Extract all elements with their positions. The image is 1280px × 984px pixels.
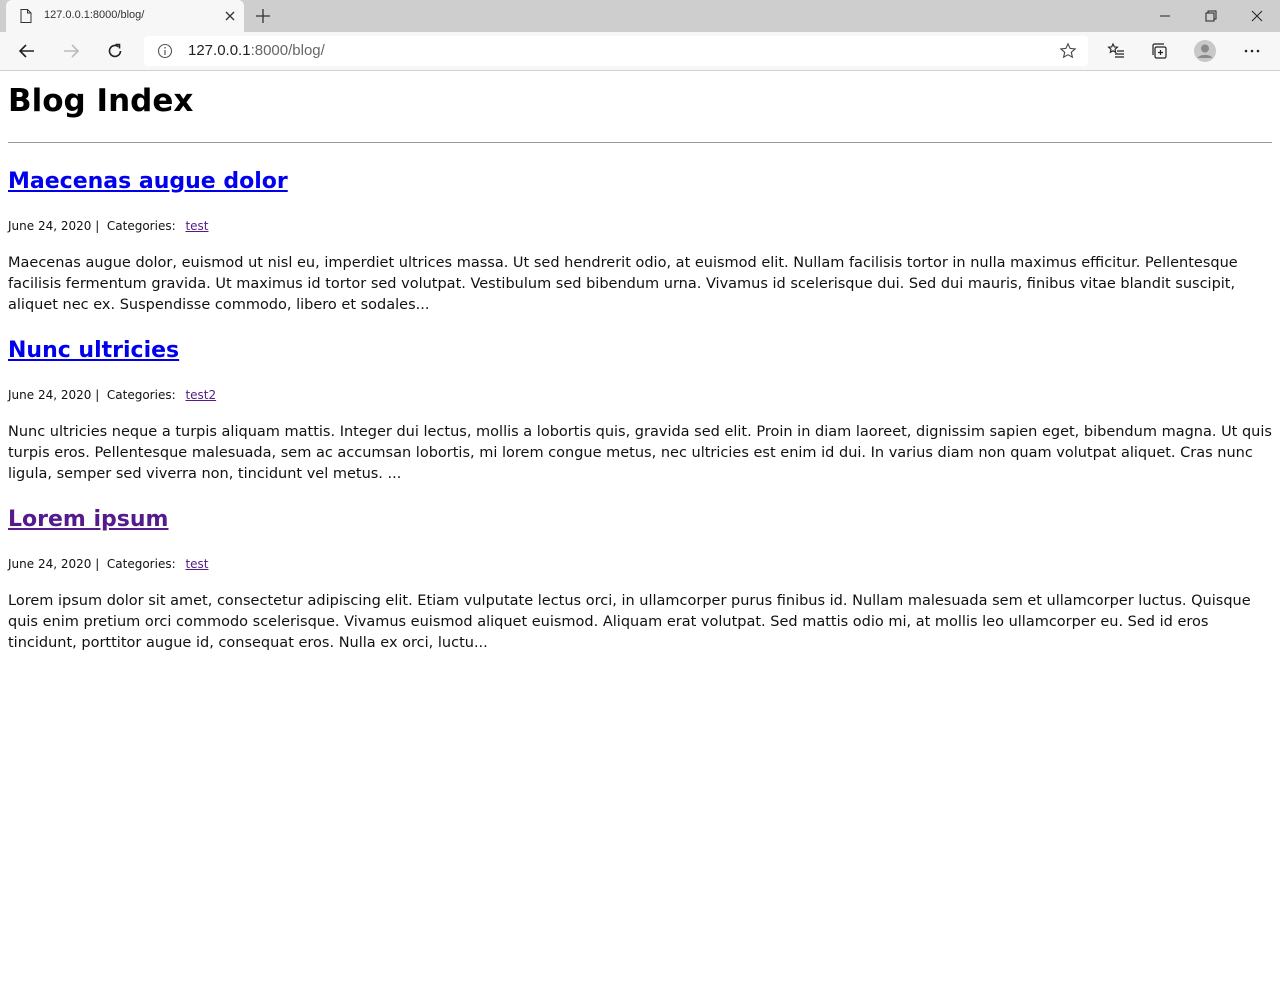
tab-title: 127.0.0.1:8000/blog/ — [44, 9, 145, 21]
back-arrow-icon — [18, 44, 34, 58]
post-excerpt: Nunc ultricies neque a turpis aliquam ma… — [8, 424, 1272, 482]
divider — [8, 142, 1272, 143]
categories-label: Categories: — [106, 557, 176, 571]
profile-button[interactable] — [1190, 36, 1220, 66]
category-link[interactable]: test2 — [185, 388, 216, 402]
minimize-button[interactable] — [1142, 0, 1188, 32]
address-bar[interactable]: 127.0.0.1:8000/blog/ — [144, 36, 1088, 66]
category-link[interactable]: test — [185, 219, 208, 233]
post-excerpt: Maecenas augue dolor, euismod ut nisl eu… — [8, 255, 1238, 313]
post: Lorem ipsum June 24, 2020 | Categories: … — [8, 507, 1272, 651]
ellipsis-icon — [1244, 49, 1260, 53]
close-tab-icon[interactable] — [222, 8, 238, 24]
back-button[interactable] — [12, 36, 42, 66]
post-date: June 24, 2020 | — [8, 388, 100, 402]
post-title: Nunc ultricies — [8, 338, 1272, 363]
post-date: June 24, 2020 | — [8, 219, 100, 233]
favorites-list-icon — [1107, 42, 1124, 58]
collections-icon — [1152, 43, 1167, 59]
browser-titlebar: 127.0.0.1:8000/blog/ — [0, 0, 1280, 32]
page-title: Blog Index — [8, 83, 194, 119]
new-tab-icon[interactable] — [254, 7, 272, 25]
categories-label: Categories: — [106, 219, 176, 233]
post: Nunc ultricies June 24, 2020 | Categorie… — [8, 338, 1272, 482]
browser-tab[interactable]: 127.0.0.1:8000/blog/ — [6, 0, 244, 32]
post-title: Maecenas augue dolor — [8, 169, 1272, 194]
site-info-icon[interactable] — [157, 43, 173, 59]
page-icon — [18, 8, 34, 24]
post-title: Lorem ipsum — [8, 507, 1272, 532]
post: Maecenas augue dolor June 24, 2020 | Cat… — [8, 169, 1272, 313]
avatar-icon — [1194, 40, 1216, 62]
post-title-link[interactable]: Maecenas augue dolor — [8, 169, 288, 194]
favorite-star-icon[interactable] — [1059, 42, 1077, 60]
collections-button[interactable] — [1145, 36, 1175, 66]
url-text[interactable]: 127.0.0.1:8000/blog/ — [188, 42, 325, 59]
categories-label: Categories: — [106, 388, 176, 402]
url-path: :8000/blog/ — [250, 42, 325, 59]
forward-arrow-icon — [64, 44, 80, 58]
post-date: June 24, 2020 | — [8, 557, 100, 571]
favorites-button[interactable] — [1101, 36, 1131, 66]
post-meta: June 24, 2020 | Categories: test — [8, 219, 209, 233]
refresh-icon — [108, 43, 122, 58]
category-link[interactable]: test — [185, 557, 208, 571]
post-meta: June 24, 2020 | Categories: test — [8, 557, 209, 571]
post-excerpt: Lorem ipsum dolor sit amet, consectetur … — [8, 593, 1251, 651]
close-window-button[interactable] — [1234, 0, 1280, 32]
browser-toolbar: 127.0.0.1:8000/blog/ — [0, 32, 1280, 71]
more-menu-button[interactable] — [1237, 36, 1267, 66]
post-title-link[interactable]: Nunc ultricies — [8, 338, 179, 363]
post-title-link[interactable]: Lorem ipsum — [8, 507, 168, 532]
post-meta: June 24, 2020 | Categories: test2 — [8, 388, 216, 402]
restore-button[interactable] — [1188, 0, 1234, 32]
refresh-button[interactable] — [100, 36, 130, 66]
forward-button[interactable] — [56, 36, 86, 66]
url-host: 127.0.0.1 — [188, 42, 251, 59]
